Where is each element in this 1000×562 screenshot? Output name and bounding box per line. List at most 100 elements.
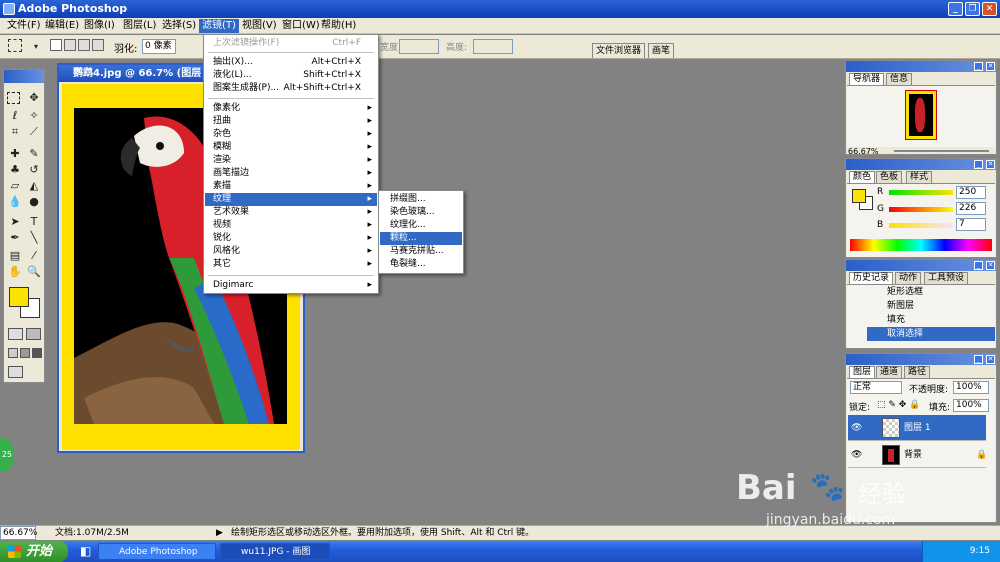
foreground-color-swatch[interactable]: [9, 287, 29, 307]
tab-styles[interactable]: 样式: [906, 171, 933, 183]
tab-info[interactable]: 信息: [886, 73, 913, 85]
clock[interactable]: 9:15: [970, 546, 990, 556]
submenu-item-grain[interactable]: 颗粒...: [380, 232, 462, 245]
history-brush-icon[interactable]: ↺: [26, 162, 42, 178]
menu-item-other[interactable]: 其它 ▸: [205, 258, 377, 271]
navigator-zoom[interactable]: 66.67%: [848, 147, 879, 156]
history-item[interactable]: 填充: [867, 313, 995, 327]
height-input[interactable]: [473, 39, 513, 54]
tab-navigator[interactable]: 导航器: [849, 73, 885, 85]
feather-input[interactable]: 0 像素: [142, 39, 176, 54]
marquee-tool-icon[interactable]: [7, 92, 20, 104]
layer-row[interactable]: 👁 背景 🔒: [848, 442, 987, 468]
floating-badge[interactable]: 25: [0, 438, 14, 472]
quick-mask-icon[interactable]: [26, 328, 41, 340]
line-tool-icon[interactable]: ╲: [26, 230, 42, 246]
menu-item-sharpen[interactable]: 锐化 ▸: [205, 232, 377, 245]
menu-image[interactable]: 图像(I): [81, 19, 118, 33]
submenu-item-stained-glass[interactable]: 染色玻璃...: [380, 206, 462, 219]
submenu-item-craquelure[interactable]: 龟裂缝...: [380, 258, 462, 271]
play-icon[interactable]: ▶: [216, 526, 223, 540]
eye-icon[interactable]: 👁: [851, 442, 862, 468]
status-zoom[interactable]: 66.67%: [0, 526, 37, 540]
menu-item-digimarc[interactable]: Digimarc ▸: [205, 279, 377, 292]
tab-actions[interactable]: 动作: [895, 272, 922, 284]
menu-item-render[interactable]: 渲染 ▸: [205, 154, 377, 167]
intersect-selection-icon[interactable]: [92, 39, 104, 51]
pen-tool-icon[interactable]: ✒: [7, 230, 23, 246]
history-item[interactable]: 新图层: [867, 299, 995, 313]
menu-item-pixelate[interactable]: 像素化 ▸: [205, 102, 377, 115]
navigator-thumbnail[interactable]: [905, 90, 937, 140]
menu-item-last-filter[interactable]: 上次滤镜操作(F) Ctrl+F: [205, 37, 377, 50]
menu-file[interactable]: 文件(F): [4, 19, 44, 33]
tab-channels[interactable]: 通道: [876, 366, 903, 378]
g-input[interactable]: 226: [956, 202, 986, 215]
add-selection-icon[interactable]: [64, 39, 76, 51]
standard-mode-icon[interactable]: [8, 328, 23, 340]
eye-icon[interactable]: 👁: [851, 415, 862, 441]
menu-item-stylize[interactable]: 风格化 ▸: [205, 245, 377, 258]
minimize-icon[interactable]: _: [974, 160, 983, 169]
history-item[interactable]: 矩形选框: [867, 285, 995, 299]
menu-filter[interactable]: 滤镜(T): [199, 19, 239, 33]
magic-wand-tool-icon[interactable]: ✧: [26, 108, 42, 124]
menu-item-artistic[interactable]: 艺术效果 ▸: [205, 206, 377, 219]
menu-item-liquify[interactable]: 液化(L)... Shift+Ctrl+X: [205, 69, 377, 82]
marquee-tool-preset-icon[interactable]: [8, 39, 22, 52]
path-selection-icon[interactable]: ➤: [7, 214, 23, 230]
close-icon[interactable]: ✕: [986, 355, 995, 364]
tab-history[interactable]: 历史记录: [849, 272, 894, 284]
task-photoshop[interactable]: Adobe Photoshop: [98, 543, 216, 560]
menu-item-texture[interactable]: 纹理 ▸: [205, 193, 377, 206]
close-icon[interactable]: ✕: [986, 160, 995, 169]
menu-item-video[interactable]: 视频 ▸: [205, 219, 377, 232]
layer-row-selected[interactable]: 👁 图层 1: [848, 415, 986, 441]
task-paint[interactable]: wu11.JPG - 画图: [220, 543, 330, 560]
b-input[interactable]: 7: [956, 218, 986, 231]
quicklaunch-icon[interactable]: ◧: [80, 544, 91, 558]
menu-item-pattern-maker[interactable]: 图案生成器(P)... Alt+Shift+Ctrl+X: [205, 82, 377, 95]
crop-tool-icon[interactable]: ⌗: [7, 124, 23, 140]
blur-tool-icon[interactable]: 💧: [7, 194, 23, 210]
menu-select[interactable]: 选择(S): [159, 19, 199, 33]
r-input[interactable]: 250: [956, 186, 986, 199]
healing-brush-icon[interactable]: ✚: [7, 146, 23, 162]
close-icon[interactable]: ✕: [986, 261, 995, 270]
maximize-button[interactable]: ❐: [965, 2, 980, 16]
minimize-button[interactable]: _: [948, 2, 963, 16]
menu-item-extract[interactable]: 抽出(X)... Alt+Ctrl+X: [205, 56, 377, 69]
g-slider[interactable]: [889, 207, 953, 212]
brush-tool-icon[interactable]: ✎: [26, 146, 42, 162]
submenu-item-patchwork[interactable]: 拼缀图...: [380, 193, 462, 206]
fill-input[interactable]: 100%: [953, 399, 989, 412]
eraser-tool-icon[interactable]: ▱: [7, 178, 23, 194]
menu-layer[interactable]: 图层(L): [120, 19, 159, 33]
new-selection-icon[interactable]: [50, 39, 62, 51]
eyedropper-tool-icon[interactable]: ⁄: [26, 248, 42, 264]
menu-item-sketch[interactable]: 素描 ▸: [205, 180, 377, 193]
clone-stamp-icon[interactable]: ♣: [7, 162, 23, 178]
screen-mode-standard-icon[interactable]: [8, 348, 18, 358]
zoom-tool-icon[interactable]: 🔍: [26, 264, 42, 280]
tab-color[interactable]: 颜色: [849, 171, 876, 183]
chevron-down-icon[interactable]: ▾: [28, 39, 44, 55]
minimize-icon[interactable]: _: [974, 261, 983, 270]
tab-file-browser[interactable]: 文件浏览器: [592, 43, 646, 58]
tab-layers[interactable]: 图层: [849, 366, 876, 378]
menu-view[interactable]: 视图(V): [239, 19, 280, 33]
menu-item-distort[interactable]: 扭曲 ▸: [205, 115, 377, 128]
r-slider[interactable]: [889, 190, 953, 195]
menu-item-brush-strokes[interactable]: 画笔描边 ▸: [205, 167, 377, 180]
jump-to-imageready-icon[interactable]: [8, 366, 23, 378]
submenu-item-texturizer[interactable]: 纹理化...: [380, 219, 462, 232]
menu-item-blur[interactable]: 模糊 ▸: [205, 141, 377, 154]
menu-help[interactable]: 帮助(H): [318, 19, 359, 33]
opacity-input[interactable]: 100%: [953, 381, 989, 394]
move-tool-icon[interactable]: ✥: [26, 90, 42, 106]
type-tool-icon[interactable]: T: [26, 214, 42, 230]
subtract-selection-icon[interactable]: [78, 39, 90, 51]
lasso-tool-icon[interactable]: ℓ: [7, 108, 23, 124]
tab-tool-presets[interactable]: 工具预设: [924, 272, 969, 284]
notes-tool-icon[interactable]: ▤: [7, 248, 23, 264]
